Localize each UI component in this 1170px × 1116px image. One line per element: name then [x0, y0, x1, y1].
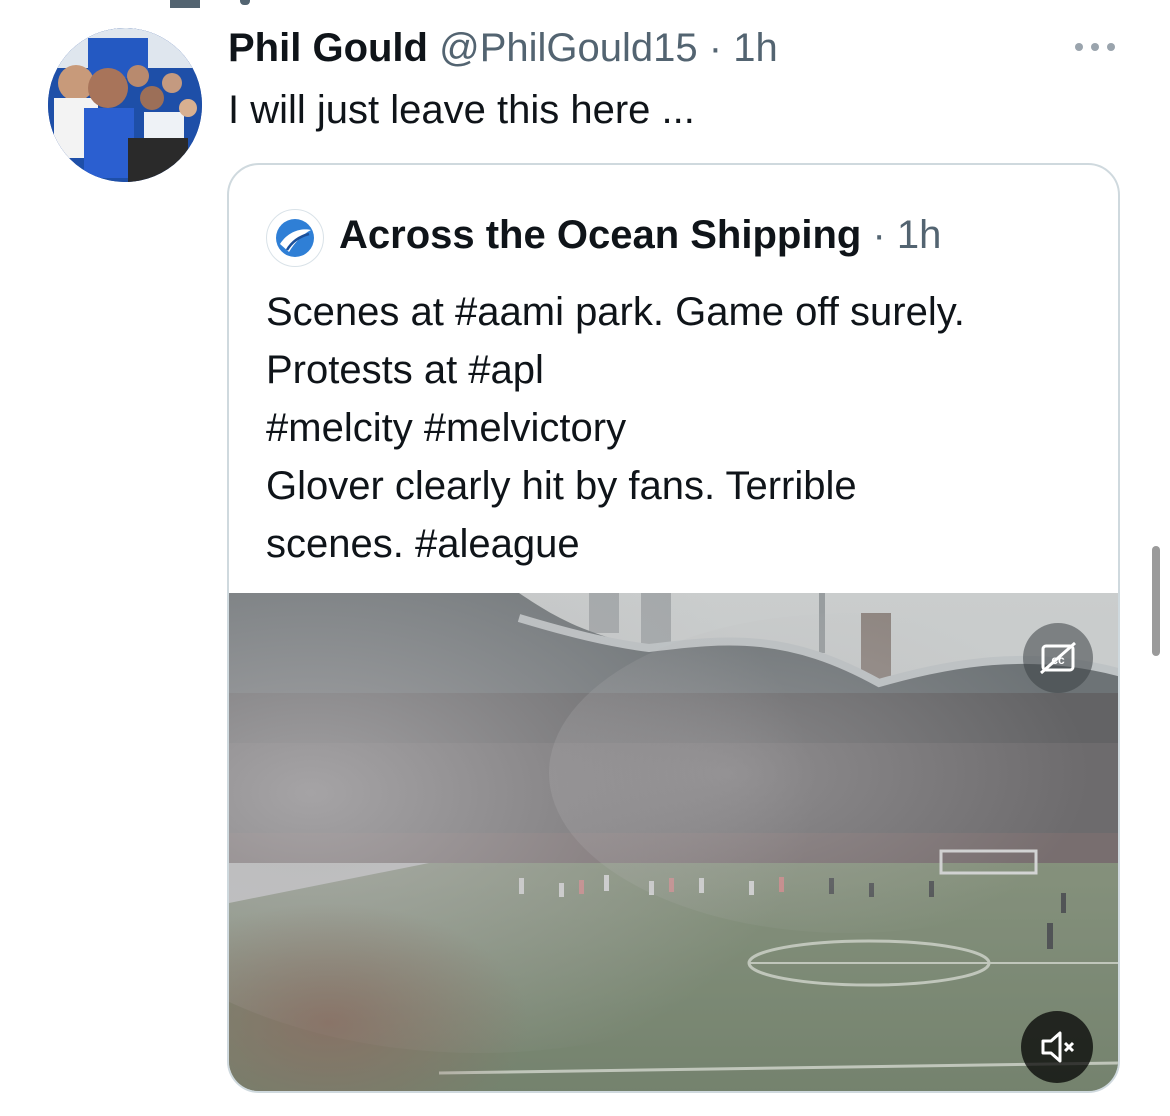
author-avatar[interactable]	[48, 28, 202, 182]
separator-dot: ·	[708, 26, 723, 70]
stadium-video-frame	[229, 593, 1118, 1091]
more-horizontal-icon[interactable]	[1070, 34, 1120, 60]
author-handle[interactable]: @PhilGould15	[439, 26, 698, 70]
volume-muted-icon[interactable]	[1021, 1011, 1093, 1083]
captions-off-icon[interactable]: cc	[1023, 623, 1093, 693]
tweet-page: Phil Gould @PhilGould15 · 1h I will just…	[0, 0, 1170, 1116]
quoted-text-line: scenes. #aleague	[266, 522, 580, 566]
separator-dot: ·	[872, 213, 886, 257]
quoted-text-line: #melcity #melvictory	[266, 406, 627, 450]
quoted-tweet-time[interactable]: 1h	[897, 213, 942, 257]
tweet-header: Phil Gould @PhilGould15 · 1h	[228, 24, 778, 72]
quoted-tweet-text: Scenes at #aami park. Game off surely. P…	[266, 283, 1096, 573]
quoted-tweet-card[interactable]: Across the Ocean Shipping · 1h Scenes at…	[227, 163, 1120, 1093]
quoted-tweet-header: Across the Ocean Shipping · 1h	[339, 211, 941, 259]
quoted-text-line: Scenes at #aami park. Game off surely.	[266, 290, 965, 334]
quoted-author-name[interactable]: Across the Ocean Shipping	[339, 213, 861, 257]
quoted-text-line: Glover clearly hit by fans. Terrible	[266, 464, 857, 508]
tweet-time[interactable]: 1h	[733, 26, 778, 70]
author-name[interactable]: Phil Gould	[228, 26, 428, 70]
quoted-text-line: Protests at #apl	[266, 348, 544, 392]
video-player[interactable]: cc	[229, 593, 1118, 1091]
tweet-text: I will just leave this here ...	[228, 88, 695, 132]
scrollbar[interactable]	[1152, 546, 1160, 656]
previous-item-edge-2	[240, 0, 250, 5]
previous-item-edge	[170, 0, 200, 8]
quoted-author-avatar[interactable]	[266, 209, 324, 267]
